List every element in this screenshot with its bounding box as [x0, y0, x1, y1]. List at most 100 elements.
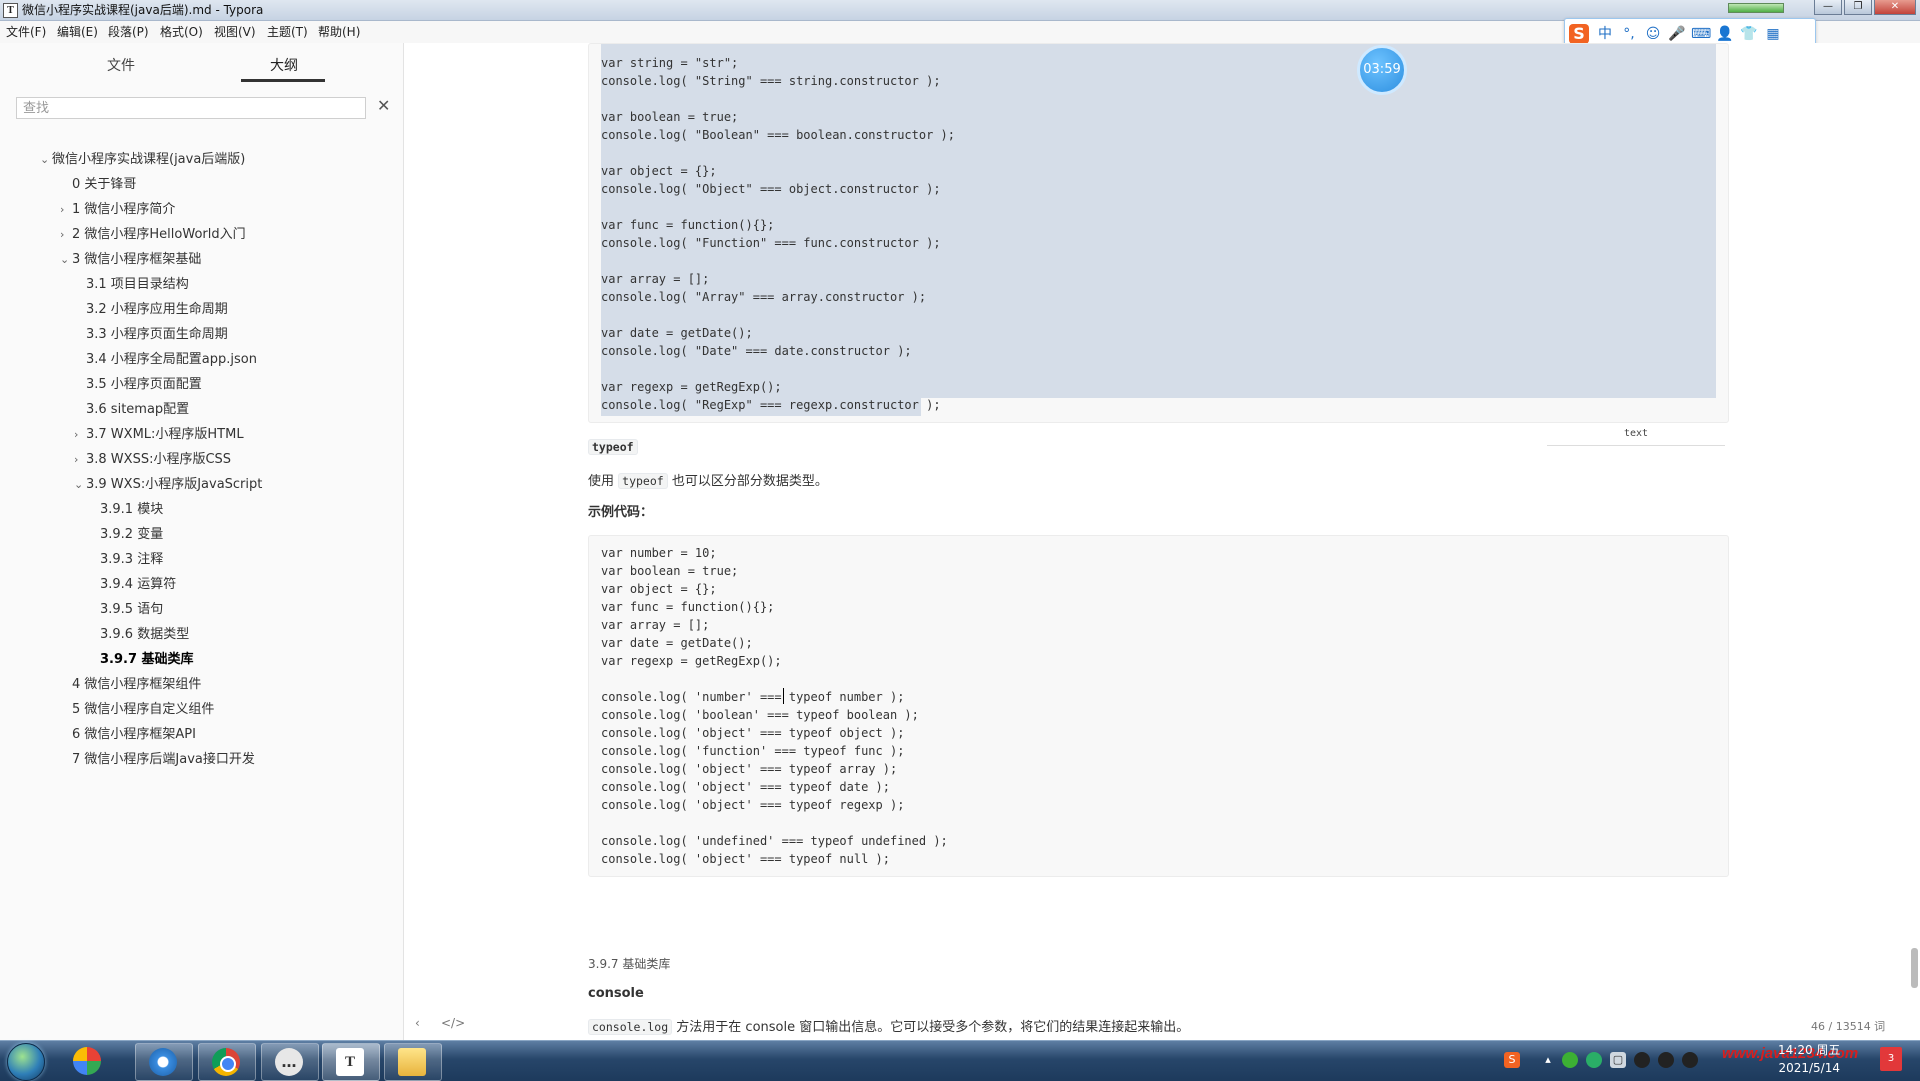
code-line: var array = [];: [601, 272, 710, 286]
outline-item-label: 3.9.4 运算符: [100, 577, 177, 592]
chevron-down-icon[interactable]: ⌄: [40, 147, 50, 172]
chat-tray-icon[interactable]: [1586, 1052, 1602, 1068]
menu-help[interactable]: 帮助(H): [318, 21, 360, 43]
code-line: var string = "str";: [601, 56, 739, 70]
source-mode-icon[interactable]: </>: [441, 1016, 465, 1030]
close-button[interactable]: ✕: [1874, 0, 1916, 15]
outline-item-label: 3.3 小程序页面生命周期: [86, 327, 228, 342]
outline-item-label: 3.9.1 模块: [100, 502, 164, 517]
ime-chinese-mode-icon[interactable]: 中: [1595, 24, 1615, 44]
taskbar-qq-browser[interactable]: [135, 1043, 193, 1081]
outline-item-label: 3.8 WXSS:小程序版CSS: [86, 452, 232, 467]
chrome-center-icon: [220, 1056, 236, 1072]
code-line: var boolean = true;: [601, 564, 739, 578]
sample-code-label: 示例代码：: [588, 505, 654, 520]
code-line: var func = function(){};: [601, 600, 775, 614]
code-line: console.log( "String" === string.constru…: [601, 74, 941, 88]
code-line: var boolean = true;: [601, 110, 739, 124]
outline-item-label: 3.6 sitemap配置: [86, 402, 190, 417]
clear-search-icon[interactable]: ✕: [377, 96, 390, 115]
ime-user-icon[interactable]: 👤: [1715, 24, 1735, 44]
sidebar: 文件 大纲 ✕ ⌄微信小程序实战课程(java后端版)0 关于锋哥›1 微信小程…: [0, 43, 404, 1043]
paragraph-typeof-suffix: 也可以区分部分数据类型。: [667, 474, 828, 489]
qq-penguin-icon-2[interactable]: [1658, 1052, 1674, 1068]
ime-punctuation-icon[interactable]: °,: [1619, 24, 1639, 44]
code-line: console.log( 'object' === typeof date );: [601, 780, 890, 794]
code-block-constructor[interactable]: var string = "str"; console.log( "String"…: [588, 43, 1729, 423]
code-block-typeof[interactable]: var number = 10; var boolean = true; var o…: [588, 535, 1729, 877]
clock[interactable]: 14:20 周五 2021/5/14: [1778, 1041, 1840, 1077]
taskbar-wechat[interactable]: …: [261, 1043, 319, 1081]
menu-format[interactable]: 格式(O): [160, 21, 203, 43]
taskbar-explorer[interactable]: [384, 1043, 442, 1081]
menu-view[interactable]: 视图(V): [214, 21, 256, 43]
minimize-button[interactable]: —: [1814, 0, 1842, 15]
code-line: console.log( 'undefined' === typeof unde…: [601, 834, 948, 848]
window-title: 微信小程序实战课程(java后端).md - Typora: [22, 3, 264, 17]
outline-item-label: 3.9.7 基础类库: [100, 652, 194, 667]
code-line: var array = [];: [601, 618, 710, 632]
menu-paragraph[interactable]: 段落(P): [108, 21, 149, 43]
window-controls: — ❐ ✕: [1814, 0, 1916, 16]
chevron-right-icon[interactable]: ›: [60, 197, 70, 222]
outline-item-label: 微信小程序实战课程(java后端版): [52, 152, 246, 167]
outline-item-label: 3.9.5 语句: [100, 602, 164, 617]
outline-item-label: 6 微信小程序框架API: [72, 727, 196, 742]
ime-emoji-icon[interactable]: ☺: [1643, 24, 1663, 44]
menu-edit[interactable]: 编辑(E): [57, 21, 98, 43]
code-line: var object = {};: [601, 582, 717, 596]
code-line: console.log( "Object" === object.constru…: [601, 182, 941, 196]
code-line: console.log( "Function" === func.constru…: [601, 236, 941, 250]
outline-item-label: 3.9.2 变量: [100, 527, 164, 542]
code-line: console.log( 'object' === typeof regexp …: [601, 798, 905, 812]
code-line: var number = 10;: [601, 546, 717, 560]
tab-outline[interactable]: 大纲: [270, 55, 298, 75]
word-count[interactable]: 46 / 13514 词: [1811, 1018, 1885, 1034]
folder-icon: [398, 1048, 426, 1076]
clock-time: 14:20 周五: [1778, 1043, 1841, 1057]
colorful-app-icon: [73, 1047, 101, 1075]
editor-scrollbar[interactable]: [1911, 948, 1918, 988]
tab-files[interactable]: 文件: [107, 55, 135, 75]
taskbar-typora[interactable]: T: [322, 1043, 380, 1081]
tray-expand-icon[interactable]: ▴: [1540, 1052, 1556, 1068]
ime-voice-icon[interactable]: 🎤: [1667, 24, 1687, 44]
outline-item-label: 3 微信小程序框架基础: [72, 252, 202, 267]
taskbar: … T: [0, 1040, 1920, 1081]
chevron-down-icon[interactable]: ⌄: [60, 247, 70, 272]
sogou-tray-icon[interactable]: S: [1504, 1052, 1520, 1068]
paragraph-typeof-prefix: 使用: [588, 474, 619, 489]
sogou-logo-icon[interactable]: S: [1569, 24, 1589, 44]
chevron-right-icon[interactable]: ›: [74, 447, 84, 472]
maximize-button[interactable]: ❐: [1844, 0, 1872, 15]
outline-search-input[interactable]: [16, 97, 366, 119]
wechat-tray-icon[interactable]: [1562, 1052, 1578, 1068]
start-button[interactable]: [7, 1043, 45, 1081]
notification-badge[interactable]: 3: [1880, 1047, 1902, 1071]
ime-skin-icon[interactable]: 👕: [1739, 24, 1759, 44]
inline-code-console-log: console.log: [588, 1019, 673, 1035]
taskbar-chrome[interactable]: [198, 1043, 256, 1081]
collapse-sidebar-icon[interactable]: ‹: [415, 1016, 420, 1030]
chevron-right-icon[interactable]: ›: [74, 422, 84, 447]
menu-file[interactable]: 文件(F): [6, 21, 46, 43]
outline-item-label: 3.4 小程序全局配置app.json: [86, 352, 257, 367]
code-line: var regexp = getRegExp();: [601, 380, 782, 394]
ime-toolbox-icon[interactable]: ▦: [1763, 24, 1783, 44]
recording-timer[interactable]: 03:59: [1357, 45, 1407, 95]
chevron-down-icon[interactable]: ⌄: [74, 472, 84, 497]
chevron-right-icon[interactable]: ›: [60, 222, 70, 247]
ime-keyboard-icon[interactable]: ⌨: [1691, 24, 1711, 44]
typora-app-icon: T: [3, 3, 18, 18]
menu-theme[interactable]: 主题(T): [267, 21, 308, 43]
disk-meter-icon: [1728, 3, 1784, 13]
code-line: var object = {};: [601, 164, 717, 178]
display-tray-icon[interactable]: ▢: [1610, 1052, 1626, 1068]
heading-typeof-code: typeof: [588, 439, 638, 455]
code-language-label[interactable]: text: [1547, 423, 1725, 446]
code-line: console.log( 'object' === typeof object …: [601, 726, 905, 740]
qq-penguin-icon-3[interactable]: [1682, 1052, 1698, 1068]
qq-penguin-icon-1[interactable]: [1634, 1052, 1650, 1068]
taskbar-app-colorful[interactable]: [60, 1043, 116, 1079]
code-line: console.log( 'object' === typeof null );: [601, 852, 890, 866]
